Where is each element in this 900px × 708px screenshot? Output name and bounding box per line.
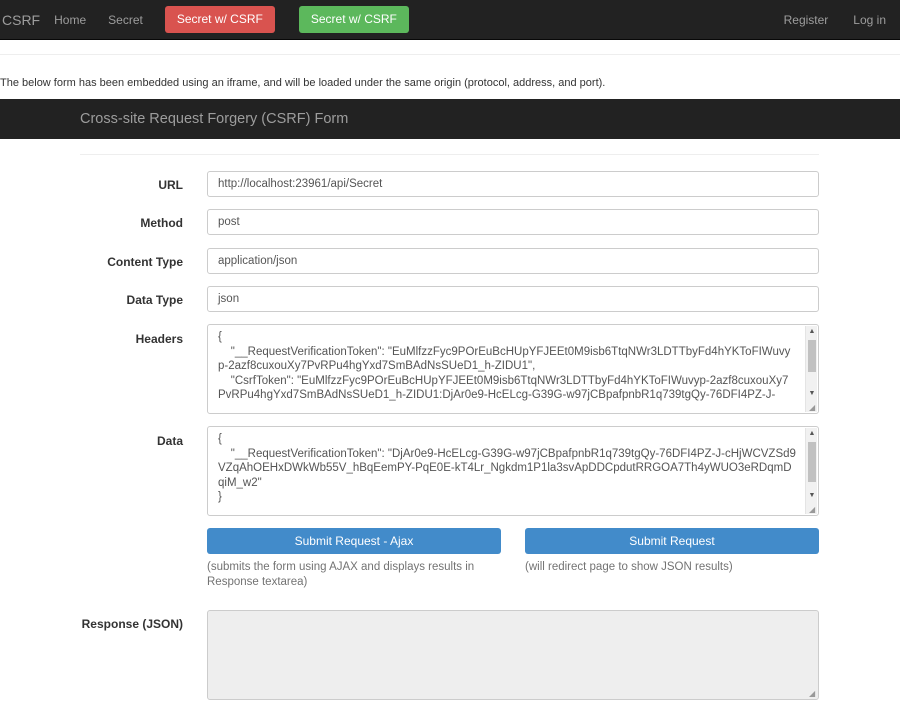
data-line: { xyxy=(218,433,222,445)
content-type-input[interactable]: application/json xyxy=(207,248,819,274)
data-scrollbar[interactable]: ▲ ▼ xyxy=(805,428,817,514)
data-scroll-thumb[interactable] xyxy=(808,442,816,482)
submit-ajax-button[interactable]: Submit Request - Ajax xyxy=(207,528,501,554)
resize-grip-icon[interactable]: ◢ xyxy=(809,690,817,698)
headers-scroll-thumb[interactable] xyxy=(808,340,816,372)
headers-scrollbar[interactable]: ▲ ▼ xyxy=(805,326,817,412)
data-textarea[interactable]: { "__RequestVerificationToken": "DjAr0e9… xyxy=(207,426,819,516)
intro-text: The below form has been embedded using a… xyxy=(0,77,606,89)
headers-line: { xyxy=(218,331,222,343)
nav-secret-csrf-green-button[interactable]: Secret w/ CSRF xyxy=(298,6,409,33)
data-type-label: Data Type xyxy=(126,293,183,307)
nav-secret-link[interactable]: Secret xyxy=(108,13,143,27)
nav-register-link[interactable]: Register xyxy=(784,13,829,27)
headers-line: "__RequestVerificationToken": "EuMlfzzFy… xyxy=(218,345,791,373)
resize-grip-icon[interactable]: ◢ xyxy=(809,404,817,412)
method-input[interactable]: post xyxy=(207,209,819,235)
navbar-brand[interactable]: CSRF xyxy=(0,12,54,28)
scroll-up-arrow-icon[interactable]: ▲ xyxy=(806,326,818,338)
headers-label: Headers xyxy=(135,332,183,346)
nav-right-group: Register Log in xyxy=(784,13,886,27)
scroll-down-arrow-icon[interactable]: ▼ xyxy=(806,490,818,502)
response-textarea[interactable]: ◢ xyxy=(207,610,819,700)
headers-line: "CsrfToken": "EuMlfzzFyc9POrEuBcHUpYFJEE… xyxy=(218,374,789,402)
data-line: "__RequestVerificationToken": "DjAr0e9-H… xyxy=(218,447,796,489)
submit-request-help: (will redirect page to show JSON results… xyxy=(525,561,733,573)
resize-grip-icon[interactable]: ◢ xyxy=(809,506,817,514)
data-label: Data xyxy=(156,434,183,448)
content-type-label: Content Type xyxy=(107,255,183,269)
form-divider xyxy=(80,154,819,155)
url-label: URL xyxy=(158,178,183,192)
url-input[interactable]: http://localhost:23961/api/Secret xyxy=(207,171,819,197)
form-title: Cross-site Request Forgery (CSRF) Form xyxy=(80,111,349,127)
scroll-up-arrow-icon[interactable]: ▲ xyxy=(806,428,818,440)
nav-home-link[interactable]: Home xyxy=(54,13,86,27)
data-type-input[interactable]: json xyxy=(207,286,819,312)
submit-ajax-help: (submits the form using AJAX and display… xyxy=(207,561,475,588)
nav-secret-csrf-red-button[interactable]: Secret w/ CSRF xyxy=(164,6,275,33)
headers-textarea[interactable]: { "__RequestVerificationToken": "EuMlfzz… xyxy=(207,324,819,414)
nav-login-link[interactable]: Log in xyxy=(853,13,886,27)
top-navbar: CSRF Home Secret Secret w/ CSRF Secret w… xyxy=(0,0,900,40)
submit-request-button[interactable]: Submit Request xyxy=(525,528,819,554)
data-line: } xyxy=(218,491,222,503)
form-title-banner: Cross-site Request Forgery (CSRF) Form xyxy=(0,99,900,139)
method-label: Method xyxy=(140,216,183,230)
scroll-down-arrow-icon[interactable]: ▼ xyxy=(806,388,818,400)
response-label: Response (JSON) xyxy=(81,617,183,631)
top-divider xyxy=(0,54,900,55)
